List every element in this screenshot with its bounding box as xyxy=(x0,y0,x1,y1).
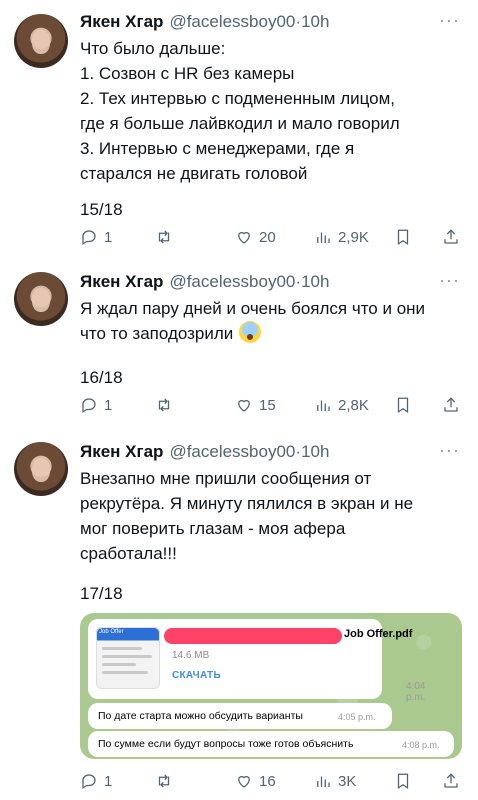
chat-message: По сумме если будут вопросы тоже готов о… xyxy=(88,731,454,757)
redaction-mark xyxy=(164,628,342,644)
message-time: 4:04 p.m. xyxy=(406,681,426,703)
bookmark-icon xyxy=(397,229,409,245)
reply-icon xyxy=(82,774,96,789)
author-handle[interactable]: @facelessboy00·10h xyxy=(169,272,329,291)
share-button[interactable] xyxy=(442,228,460,246)
file-message: Job Offer Job Offer.pdf 14.6 MB СКАЧАТЬ … xyxy=(88,619,425,703)
tweet-actions: 1 16 3K xyxy=(80,772,460,794)
retweet-button[interactable] xyxy=(155,396,179,414)
bookmark-icon xyxy=(397,397,409,413)
avatar[interactable] xyxy=(14,272,68,326)
tweet-text: Я ждал пару дней и очень боялся что и он… xyxy=(80,299,426,343)
tweet-time: 10h xyxy=(301,442,330,461)
more-options-icon[interactable]: ··· xyxy=(439,270,460,291)
tweet-time: 10h xyxy=(301,272,330,291)
author-name[interactable]: Якен Хгар xyxy=(80,272,163,291)
heart-icon xyxy=(238,775,250,788)
share-icon xyxy=(444,229,458,244)
pdf-thumbnail[interactable]: Job Offer xyxy=(96,627,160,689)
chat-message: По дате старта можно обсудить варианты 4… xyxy=(88,703,392,729)
tweet-text: Внезапно мне пришли сообщения от рекрутё… xyxy=(80,469,414,563)
avatar[interactable] xyxy=(14,442,68,496)
views-button[interactable]: 3K xyxy=(314,772,356,790)
tweet-header: Якен Хгар @facelessboy00·10h xyxy=(80,272,329,292)
reply-button[interactable]: 1 xyxy=(80,396,112,414)
bookmark-button[interactable] xyxy=(394,396,412,414)
tweet-header: Якен Хгар @facelessboy00·10h xyxy=(80,12,329,32)
file-name: Job Offer.pdf xyxy=(344,628,413,640)
views-button[interactable]: 2,8K xyxy=(314,396,369,414)
reply-icon xyxy=(82,230,96,245)
like-button[interactable]: 20 xyxy=(235,228,276,246)
retweet-icon xyxy=(158,774,170,788)
avatar[interactable] xyxy=(14,14,68,68)
tweet-actions: 1 20 2,9K xyxy=(80,228,460,250)
message-time: 4:08 p.m. xyxy=(402,740,440,750)
reply-button[interactable]: 1 xyxy=(80,228,112,246)
author-name[interactable]: Якен Хгар xyxy=(80,12,163,31)
fearful-face-emoji xyxy=(239,321,262,343)
author-name[interactable]: Якен Хгар xyxy=(80,442,163,461)
heart-icon xyxy=(238,399,250,412)
retweet-icon xyxy=(158,398,170,412)
tweet-header: Якен Хгар @facelessboy00·10h xyxy=(80,442,329,462)
retweet-button[interactable] xyxy=(155,772,179,790)
tweet-actions: 1 15 2,8K xyxy=(80,396,460,418)
retweet-icon xyxy=(158,230,170,244)
author-handle[interactable]: @facelessboy00·10h xyxy=(169,442,329,461)
author-handle[interactable]: @facelessboy00·10h xyxy=(169,12,329,31)
thread-counter: 17/18 xyxy=(80,584,123,603)
analytics-icon xyxy=(317,232,330,243)
tweet-time: 10h xyxy=(301,12,330,31)
views-button[interactable]: 2,9K xyxy=(314,228,369,246)
share-button[interactable] xyxy=(442,396,460,414)
share-button[interactable] xyxy=(442,772,460,790)
file-size: 14.6 MB xyxy=(172,650,210,661)
analytics-icon xyxy=(317,776,330,787)
bookmark-button[interactable] xyxy=(394,228,412,246)
telegram-screenshot[interactable]: Job Offer Job Offer.pdf 14.6 MB СКАЧАТЬ … xyxy=(80,613,462,759)
more-options-icon[interactable]: ··· xyxy=(439,440,460,461)
reply-button[interactable]: 1 xyxy=(80,772,112,790)
retweet-button[interactable] xyxy=(155,228,179,246)
share-icon xyxy=(444,397,458,412)
bookmark-icon xyxy=(397,773,409,789)
download-link[interactable]: СКАЧАТЬ xyxy=(172,670,221,681)
bookmark-button[interactable] xyxy=(394,772,412,790)
reply-icon xyxy=(82,398,96,413)
like-button[interactable]: 16 xyxy=(235,772,276,790)
tweet-text: Что было дальше: 1. Созвон с HR без каме… xyxy=(80,39,400,183)
heart-icon xyxy=(238,231,250,244)
like-button[interactable]: 15 xyxy=(235,396,276,414)
analytics-icon xyxy=(317,400,330,411)
thread-counter: 16/18 xyxy=(80,368,123,387)
more-options-icon[interactable]: ··· xyxy=(439,10,460,31)
message-time: 4:05 p.m. xyxy=(338,712,376,722)
share-icon xyxy=(444,773,458,788)
thread-counter: 15/18 xyxy=(80,200,123,219)
